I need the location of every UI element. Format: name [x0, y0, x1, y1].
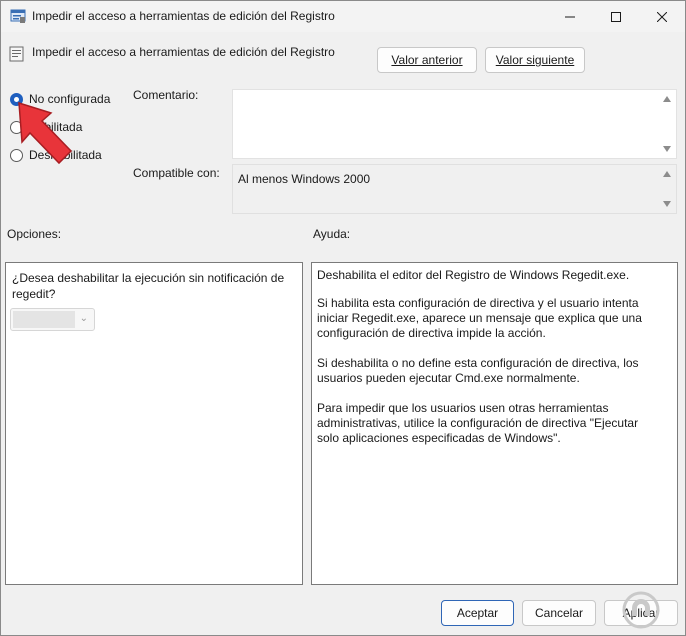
scroll-down-icon[interactable]	[663, 146, 671, 152]
title-bar: Impedir el acceso a herramientas de edic…	[1, 1, 685, 32]
compatible-field: Al menos Windows 2000	[232, 164, 677, 214]
options-question: ¿Desea deshabilitar la ejecución sin not…	[12, 271, 285, 301]
scroll-down-icon[interactable]	[663, 201, 671, 207]
compatible-scrollbar[interactable]	[659, 165, 676, 213]
regedit-option-select[interactable]: ⌄	[10, 308, 95, 331]
next-setting-label: Valor siguiente	[495, 53, 575, 67]
watermark-logo-icon	[622, 591, 660, 629]
window-title: Impedir el acceso a herramientas de edic…	[32, 9, 335, 23]
maximize-button[interactable]	[593, 1, 639, 32]
previous-setting-label: Valor anterior	[391, 53, 463, 67]
comment-scrollbar[interactable]	[659, 90, 676, 158]
help-paragraph: Deshabilita el editor del Registro de Wi…	[317, 268, 630, 282]
previous-setting-button[interactable]: Valor anterior	[377, 47, 477, 73]
scroll-up-icon[interactable]	[663, 171, 671, 177]
policy-app-icon	[10, 9, 26, 23]
help-paragraph: Si deshabilita o no define esta configur…	[317, 356, 639, 385]
help-panel: Deshabilita el editor del Registro de Wi…	[311, 262, 678, 585]
minimize-button[interactable]	[547, 1, 593, 32]
policy-title: Impedir el acceso a herramientas de edic…	[32, 45, 335, 59]
help-paragraph: Para impedir que los usuarios usen otras…	[317, 401, 639, 445]
close-icon	[657, 11, 667, 22]
options-panel: ¿Desea deshabilitar la ejecución sin not…	[5, 262, 303, 585]
policy-dialog: Impedir el acceso a herramientas de edic…	[0, 0, 686, 636]
help-paragraph: Si habilita esta configuración de direct…	[317, 296, 642, 340]
compatible-value: Al menos Windows 2000	[238, 172, 371, 186]
select-value	[13, 311, 75, 328]
options-label: Opciones:	[7, 227, 62, 241]
annotation-arrow-icon	[18, 101, 73, 165]
next-setting-button[interactable]: Valor siguiente	[485, 47, 585, 73]
compatible-label: Compatible con:	[133, 166, 220, 180]
chevron-down-icon: ⌄	[79, 313, 88, 324]
ok-button[interactable]: Aceptar	[441, 600, 514, 626]
scroll-up-icon[interactable]	[663, 96, 671, 102]
help-label: Ayuda:	[313, 227, 351, 241]
minimize-icon	[565, 16, 575, 17]
maximize-icon	[611, 11, 621, 22]
comment-textarea[interactable]	[232, 89, 677, 159]
close-button[interactable]	[639, 1, 685, 32]
policy-setting-icon	[9, 46, 24, 62]
comment-label: Comentario:	[133, 88, 199, 102]
cancel-button[interactable]: Cancelar	[522, 600, 596, 626]
